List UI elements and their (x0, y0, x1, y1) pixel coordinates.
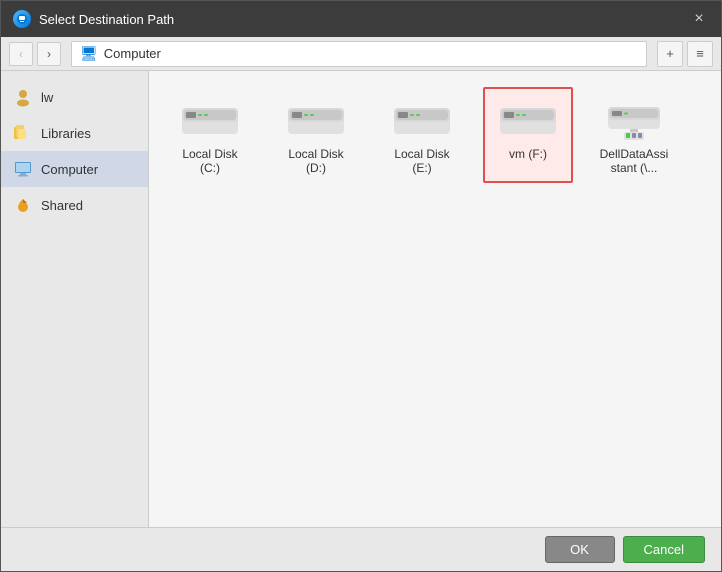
disk-icon-d (284, 95, 348, 143)
forward-button[interactable]: › (37, 42, 61, 66)
file-label-e: Local Disk (E:) (385, 147, 459, 175)
sidebar: lw Libraries (1, 71, 149, 527)
sidebar-label-libraries: Libraries (41, 126, 91, 141)
shared-icon (13, 195, 33, 215)
sidebar-label-shared: Shared (41, 198, 83, 213)
cancel-button[interactable]: Cancel (623, 536, 705, 563)
file-label-f: vm (F:) (509, 147, 547, 161)
new-folder-button[interactable]: + (657, 41, 683, 67)
main-panel: Local Disk (C:) Local Di (149, 71, 721, 527)
footer: OK Cancel (1, 527, 721, 571)
file-item-dell[interactable]: DellDataAssistant (\... (589, 87, 679, 183)
sidebar-label-lw: lw (41, 90, 53, 105)
sidebar-label-computer: Computer (41, 162, 98, 177)
app-icon (13, 10, 31, 28)
file-grid: Local Disk (C:) Local Di (165, 87, 705, 183)
toolbar: ‹ › 🖥 Computer + ≡ (1, 37, 721, 71)
back-button[interactable]: ‹ (9, 42, 33, 66)
title-bar: Select Destination Path × (1, 1, 721, 37)
file-item-d[interactable]: Local Disk (D:) (271, 87, 361, 183)
sidebar-item-shared[interactable]: Shared (1, 187, 148, 223)
sidebar-item-libraries[interactable]: Libraries (1, 115, 148, 151)
file-item-e[interactable]: Local Disk (E:) (377, 87, 467, 183)
toolbar-right-buttons: + ≡ (657, 41, 713, 67)
libraries-icon (13, 123, 33, 143)
view-button[interactable]: ≡ (687, 41, 713, 67)
sidebar-item-computer[interactable]: Computer (1, 151, 148, 187)
dialog-title: Select Destination Path (39, 12, 174, 27)
ok-button[interactable]: OK (545, 536, 615, 563)
file-label-c: Local Disk (C:) (173, 147, 247, 175)
file-item-f[interactable]: vm (F:) (483, 87, 573, 183)
network-drive-icon (602, 95, 666, 143)
disk-icon-c (178, 95, 242, 143)
close-button[interactable]: × (689, 9, 709, 29)
user-icon (13, 87, 33, 107)
address-text: Computer (104, 46, 161, 61)
sidebar-item-lw[interactable]: lw (1, 79, 148, 115)
content-area: lw Libraries (1, 71, 721, 527)
computer-icon: 🖥 (80, 45, 98, 62)
address-bar: 🖥 Computer (71, 41, 647, 67)
monitor-icon (13, 159, 33, 179)
dialog: Select Destination Path × ‹ › 🖥 Computer… (0, 0, 722, 572)
file-label-dell: DellDataAssistant (\... (597, 147, 671, 175)
title-bar-left: Select Destination Path (13, 10, 174, 28)
disk-icon-f (496, 95, 560, 143)
file-item-c[interactable]: Local Disk (C:) (165, 87, 255, 183)
disk-icon-e (390, 95, 454, 143)
file-label-d: Local Disk (D:) (279, 147, 353, 175)
